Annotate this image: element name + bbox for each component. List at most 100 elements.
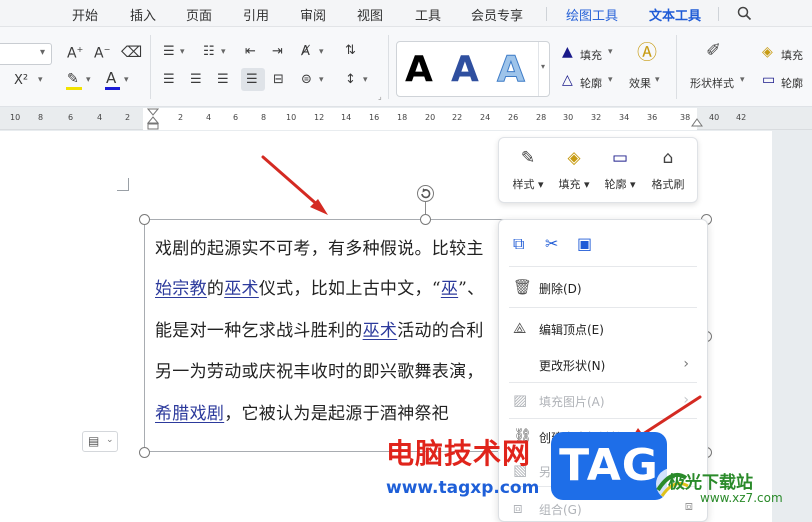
fill-button[interactable]: ◈ 填充 ▾: [551, 146, 597, 192]
format-painter-icon: ⌂: [662, 148, 674, 168]
shape-outline-label[interactable]: 轮廓: [781, 75, 803, 91]
shrink-font-icon[interactable]: A−: [94, 46, 110, 61]
text-line-1[interactable]: 戏剧的起源实不可考，有多种假说。比较主: [155, 234, 484, 259]
ruler-number: 8: [261, 113, 267, 122]
chevron-down-icon: ▾: [221, 47, 226, 57]
style-label: 样式 ▾: [512, 178, 544, 191]
shape-fill-icon[interactable]: ◈: [762, 45, 773, 59]
hyperlink[interactable]: 希腊戏剧: [155, 404, 224, 424]
text-line-3[interactable]: 能是对一种乞求战斗胜利的巫术活动的合利: [155, 316, 484, 341]
page-corner-mark: [128, 178, 129, 191]
rotate-handle-icon[interactable]: [416, 184, 435, 203]
layout-options-button[interactable]: ▤ ⌄: [82, 431, 118, 452]
right-indent-marker-icon[interactable]: [691, 118, 703, 130]
tab-drawing-tools[interactable]: 绘图工具: [566, 5, 618, 24]
ruler-number: 28: [536, 113, 547, 122]
menu-item-edit-points[interactable]: ⟁ 编辑顶点(E): [499, 313, 707, 343]
menu-item-change-shape[interactable]: 更改形状(N) ›: [499, 349, 707, 379]
search-icon[interactable]: [737, 6, 752, 21]
resize-handle[interactable]: [420, 214, 431, 225]
tab-review[interactable]: 审阅: [300, 5, 326, 24]
watermark-site-url: www.tagxp.com: [386, 478, 540, 498]
ruler-number: 10: [286, 113, 297, 122]
ruler-number: 20: [425, 113, 436, 122]
hyperlink[interactable]: 巫: [441, 279, 458, 299]
text-run: 能是对一种乞求战斗胜利的: [155, 321, 363, 341]
text-direction-icon[interactable]: Ⱥ: [301, 45, 310, 58]
align-left-icon[interactable]: ☰: [163, 73, 175, 86]
format-painter-button[interactable]: ⌂ 格式刷: [645, 146, 691, 192]
dialog-launcher-icon[interactable]: ⌟: [378, 93, 382, 101]
text-effect-icon[interactable]: Ⓐ: [637, 42, 657, 62]
shape-fill-label[interactable]: 填充: [781, 47, 803, 63]
shape-style-label[interactable]: 形状样式: [690, 75, 734, 91]
decrease-indent-icon[interactable]: ⇤: [245, 45, 256, 58]
line-spacing-icon[interactable]: ↕: [345, 73, 356, 86]
numbered-list-icon[interactable]: ☷: [203, 45, 215, 58]
chevron-down-icon: ▾: [38, 75, 43, 85]
grow-font-icon[interactable]: A+: [67, 46, 83, 61]
cut-icon[interactable]: ✂: [545, 234, 558, 253]
ruler-number: 30: [563, 113, 574, 122]
text-effect-label[interactable]: 效果: [629, 75, 651, 91]
font-color-bar: [105, 87, 120, 90]
text-fill-label[interactable]: 填充: [580, 47, 602, 63]
resize-handle[interactable]: [139, 214, 150, 225]
resize-handle[interactable]: [139, 447, 150, 458]
menu-item-delete[interactable]: 🗑 删除(D): [499, 272, 707, 302]
style-button[interactable]: ✎ 样式 ▾: [505, 146, 551, 192]
chevron-down-icon: ⌄: [106, 435, 114, 445]
tab-tools[interactable]: 工具: [415, 5, 441, 24]
text-line-4[interactable]: 另一为劳动或庆祝丰收时的即兴歌舞表演，: [155, 357, 484, 382]
highlight-icon[interactable]: ✎: [67, 72, 79, 86]
sort-icon[interactable]: ⇅: [345, 44, 356, 57]
wordart-gallery[interactable]: A A A ▾: [396, 41, 550, 97]
increase-indent-icon[interactable]: ⇥: [272, 45, 283, 58]
tab-view[interactable]: 视图: [357, 5, 383, 24]
tab-insert[interactable]: 插入: [130, 5, 156, 24]
font-size-select[interactable]: ▾: [0, 43, 52, 65]
tab-member[interactable]: 会员专享: [471, 5, 523, 24]
hyperlink[interactable]: 巫术: [224, 279, 259, 299]
floating-style-toolbar: ✎ 样式 ▾ ◈ 填充 ▾ ▭ 轮廓 ▾ ⌂ 格式刷: [498, 137, 698, 203]
wordart-style-black[interactable]: A: [405, 52, 433, 88]
shape-outline-icon[interactable]: ▭: [762, 73, 775, 87]
tab-page[interactable]: 页面: [186, 5, 212, 24]
chevron-down-icon: ▾: [124, 75, 129, 85]
text-outline-label[interactable]: 轮廓: [580, 75, 602, 91]
indent-marker-icon[interactable]: [147, 108, 159, 130]
text-fill-icon[interactable]: ▲: [562, 45, 573, 59]
text-outline-icon[interactable]: △: [562, 73, 573, 87]
chevron-down-icon: ▾: [319, 47, 324, 57]
outline-button[interactable]: ▭ 轮廓 ▾: [597, 146, 643, 192]
tab-references[interactable]: 引用: [243, 5, 269, 24]
align-right-icon[interactable]: ☰: [217, 73, 229, 86]
horizontal-ruler[interactable]: 10 8 6 4 2 2 4 6 8 10 12 14 16 18 20 22 …: [0, 108, 812, 130]
watermark-jiguang-name: 极光下载站: [668, 473, 753, 493]
gallery-scroll[interactable]: ▾: [538, 42, 550, 96]
hyperlink[interactable]: 始宗教: [155, 279, 207, 299]
shape-style-icon[interactable]: ✐: [706, 42, 721, 60]
align-justify-button[interactable]: ☰: [241, 68, 265, 91]
text-line-5[interactable]: 希腊戏剧，它被认为是起源于酒神祭祀: [155, 399, 449, 424]
ribbon-separator: [150, 35, 151, 99]
vertical-align-icon[interactable]: ⊜: [301, 73, 312, 86]
hyperlink[interactable]: 巫术: [363, 321, 398, 341]
ruler-number: 42: [736, 113, 747, 122]
superscript-button[interactable]: X²: [14, 74, 28, 87]
menu-item-label: 删除(D): [539, 282, 582, 296]
distribute-icon[interactable]: ⊟: [273, 73, 284, 86]
text-line-2[interactable]: 始宗教的巫术仪式，比如上古中文，“巫”、: [155, 274, 484, 299]
wordart-style-outline[interactable]: A: [497, 51, 526, 88]
paste-icon[interactable]: ▣: [577, 234, 592, 253]
bullet-list-icon[interactable]: ☰: [163, 45, 175, 58]
copy-icon[interactable]: ⧉: [513, 234, 524, 254]
clear-format-icon[interactable]: ⌫: [121, 45, 142, 60]
font-color-icon[interactable]: A: [106, 71, 116, 86]
align-center-icon[interactable]: ☰: [190, 73, 202, 86]
chevron-down-icon: ▾: [655, 75, 660, 85]
text-run: 活动的合利: [397, 321, 484, 341]
tab-text-tools[interactable]: 文本工具: [649, 5, 702, 29]
wordart-style-blue[interactable]: A: [451, 52, 479, 88]
tab-home[interactable]: 开始: [72, 5, 98, 24]
